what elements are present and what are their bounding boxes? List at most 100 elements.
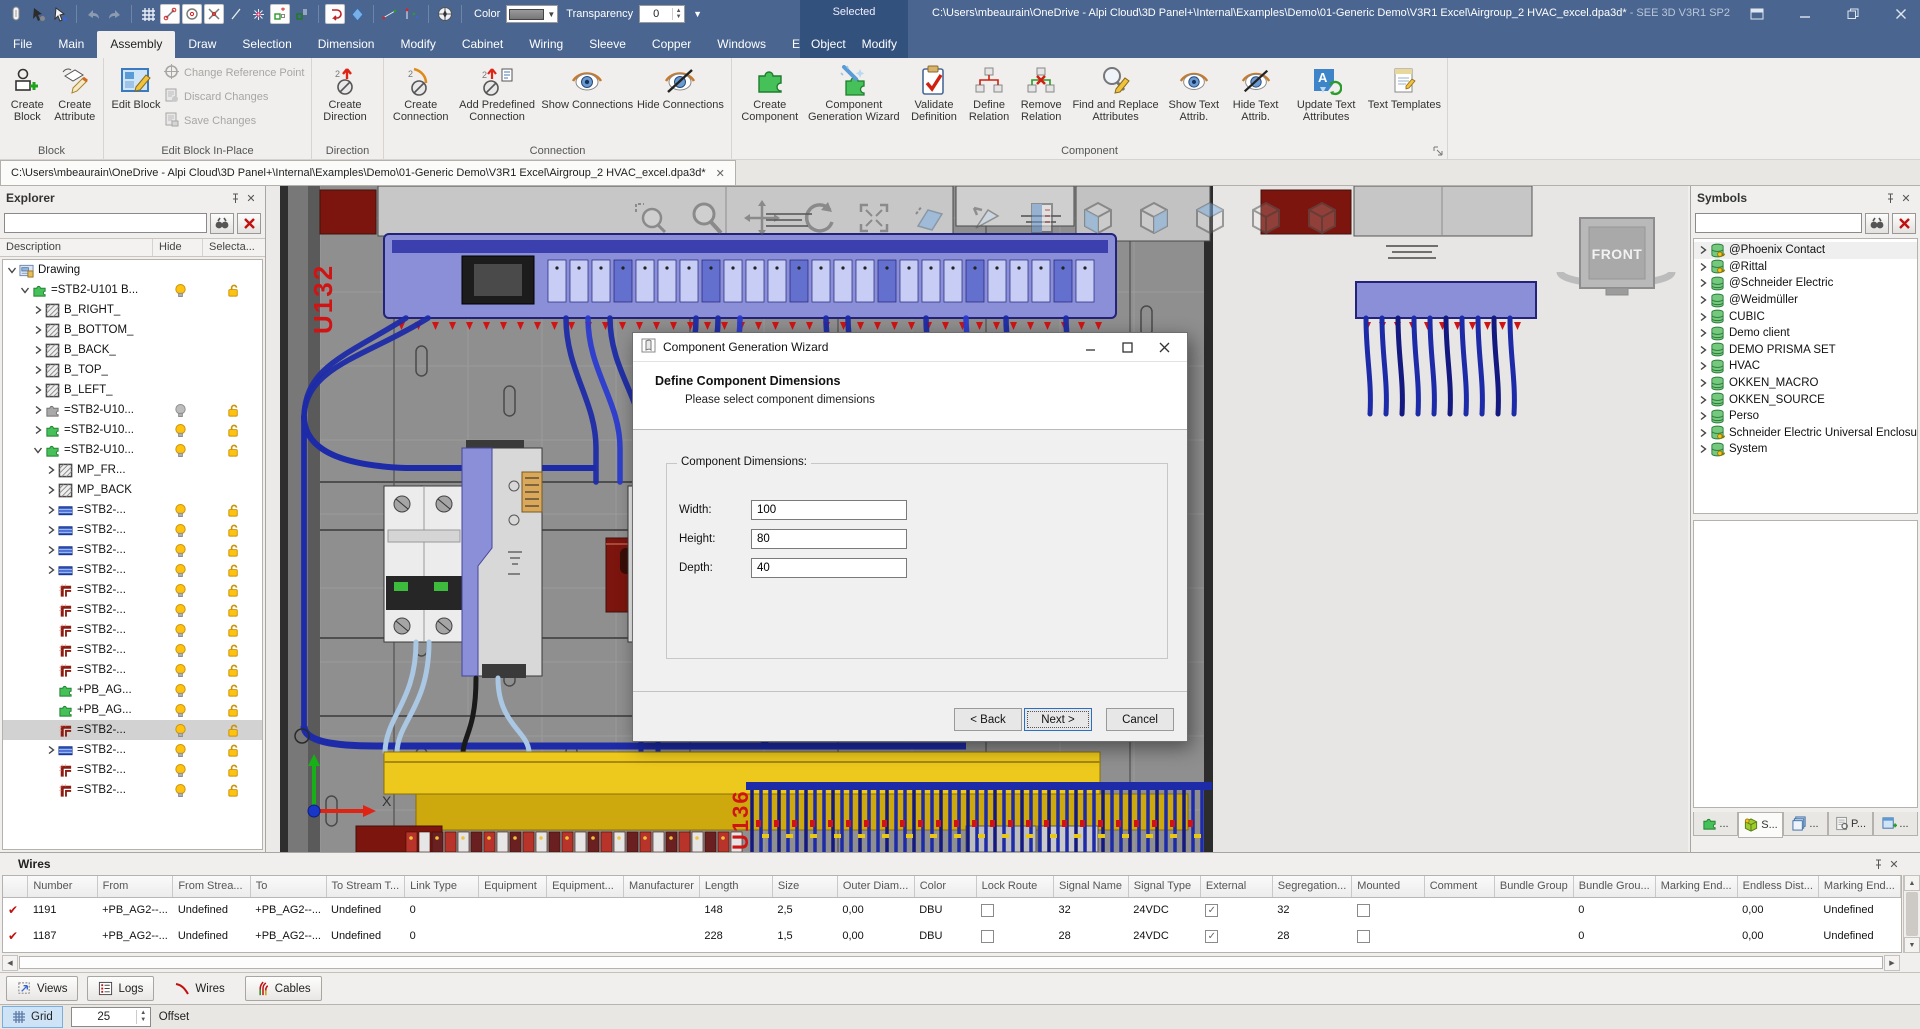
lock-icon[interactable] [205,563,261,578]
select-cursor-icon[interactable] [50,4,70,24]
navigation-compass-icon[interactable] [435,4,455,24]
viewport-tool-cube-left2-icon[interactable] [1309,203,1335,233]
output-tab-wires[interactable]: Wires [163,977,235,1001]
explorer-tree-row[interactable]: =STB2-... [3,720,262,740]
restore-button[interactable] [1842,4,1864,24]
symbols-library-row[interactable]: Schneider Electric Universal Enclosur... [1694,425,1917,442]
visibility-bulb-icon[interactable] [155,723,205,738]
menu-tab-sleeve[interactable]: Sleeve [576,31,639,58]
visibility-bulb-icon[interactable] [155,523,205,538]
explorer-tree-row[interactable]: Drawing [3,260,262,280]
minimize-button[interactable] [1794,4,1816,24]
contextual-tab-modify[interactable]: Modify [856,31,903,58]
wires-column-header[interactable]: Size [772,876,837,897]
wires-column-header[interactable]: Marking End... [1818,876,1900,897]
wires-table-row[interactable]: ✔1192+PB_AG2--...Undefined+PB_AG2--...Un… [3,949,1901,953]
visibility-bulb-icon[interactable] [155,403,205,418]
depth-field[interactable] [751,558,907,578]
symbols-panel-tab-page[interactable]: P... [1828,812,1873,836]
validate-definition-button[interactable]: Validate Definition [904,60,964,140]
component-generation-wizard-button[interactable]: Component Generation Wizard [804,60,904,140]
explorer-pin-icon[interactable] [227,190,243,206]
explorer-find-icon[interactable] [210,213,234,234]
dialog-close-icon[interactable] [1149,336,1179,358]
cell-checkbox[interactable]: ✓ [1205,904,1218,917]
add-predefined-connection-button[interactable]: 2 Add Predefined Connection [453,60,540,140]
create-component-button[interactable]: Create Component [736,60,804,140]
symbols-search-input[interactable] [1695,213,1862,233]
close-button[interactable] [1890,4,1912,24]
menu-tab-modify[interactable]: Modify [387,31,448,58]
dialog-minimize-icon[interactable] [1075,336,1105,358]
visibility-bulb-icon[interactable] [155,443,205,458]
explorer-clear-filter-icon[interactable] [237,213,261,234]
lock-icon[interactable] [205,523,261,538]
grid-size-spinner[interactable]: 25 ▲▼ [71,1007,151,1027]
explorer-tree-row[interactable]: =STB2-... [3,500,262,520]
explorer-tree-row[interactable]: =STB2-U101 B... [3,280,262,300]
find-replace-attributes-button[interactable]: Find and Replace Attributes [1068,60,1163,140]
flip-plane-icon[interactable] [347,4,367,24]
color-dropdown[interactable]: ▼ [506,5,558,23]
explorer-close-icon[interactable]: ✕ [243,190,259,206]
wires-column-header[interactable]: Length [699,876,772,897]
remove-relation-button[interactable]: Remove Relation [1014,60,1068,140]
symbols-clear-filter-icon[interactable] [1892,213,1916,234]
symbols-panel-tab-layers[interactable]: ... [1783,812,1828,836]
lock-icon[interactable] [205,723,261,738]
symbols-library-row[interactable]: @Rittal [1694,259,1917,276]
show-text-attrib-button[interactable]: Show Text Attrib. [1163,60,1225,140]
output-tab-views[interactable]: Views [6,976,78,1001]
symbols-library-row[interactable]: Perso [1694,408,1917,425]
symbols-close-icon[interactable]: ✕ [1898,190,1914,206]
visibility-bulb-icon[interactable] [155,423,205,438]
explorer-tree-row[interactable]: +PB_AG... [3,700,262,720]
wires-table-row[interactable]: ✔1191+PB_AG2--...Undefined+PB_AG2--...Un… [3,897,1901,923]
wires-column-header[interactable]: Lock Route [976,876,1053,897]
edit-block-button[interactable]: Edit Block [108,60,164,140]
wires-column-header[interactable]: Bundle Grou... [1573,876,1655,897]
explorer-tree-row[interactable]: =STB2-... [3,560,262,580]
wires-column-header[interactable]: Equipment [479,876,547,897]
wires-column-header[interactable]: Outer Diam... [837,876,914,897]
create-block-button[interactable]: Create Block [4,60,51,140]
wires-table-row[interactable]: ✔1187+PB_AG2--...Undefined+PB_AG2--...Un… [3,923,1901,949]
explorer-tree-row[interactable]: =STB2-... [3,780,262,800]
explorer-col-hide[interactable]: Hide [153,239,203,256]
lock-icon[interactable] [205,783,261,798]
symbols-library-row[interactable]: @Weidmüller [1694,292,1917,309]
menu-tab-dimension[interactable]: Dimension [305,31,388,58]
visibility-bulb-icon[interactable] [155,563,205,578]
explorer-search-input[interactable] [4,213,207,233]
explorer-tree-row[interactable]: =STB2-... [3,600,262,620]
cancel-button[interactable]: Cancel [1106,708,1174,731]
symbols-library-row[interactable]: OKKEN_MACRO [1694,375,1917,392]
menu-tab-wiring[interactable]: Wiring [516,31,576,58]
visibility-bulb-icon[interactable] [155,783,205,798]
explorer-tree-row[interactable]: =STB2-... [3,620,262,640]
explorer-column-headers[interactable]: Description Hide Selecta... [0,238,265,257]
symbols-panel-tab-box[interactable]: S... [1738,812,1783,838]
hide-text-attrib-button[interactable]: Hide Text Attrib. [1225,60,1287,140]
wires-column-header[interactable]: From [97,876,173,897]
breaker-group-a[interactable] [384,486,464,642]
rotate-3d-icon[interactable] [325,4,345,24]
measure-axis-icon[interactable] [402,4,422,24]
grid-snap-icon[interactable] [138,4,158,24]
text-templates-button[interactable]: Text Templates [1366,60,1443,140]
symbols-pin-icon[interactable] [1882,190,1898,206]
visibility-bulb-icon[interactable] [155,643,205,658]
symbols-library-row[interactable]: CUBIC [1694,308,1917,325]
lock-icon[interactable] [205,743,261,758]
lock-icon[interactable] [205,643,261,658]
cell-checkbox[interactable] [981,930,994,943]
height-field[interactable] [751,529,907,549]
symbols-library-row[interactable]: @Schneider Electric [1694,275,1917,292]
wires-vertical-scrollbar[interactable]: ▲▼ [1903,875,1920,953]
output-tab-logs[interactable]: Logs [87,976,154,1001]
menu-tab-draw[interactable]: Draw [175,31,229,58]
explorer-tree-row[interactable]: =STB2-U10... [3,440,262,460]
cell-checkbox[interactable] [1357,904,1370,917]
explorer-tree-row[interactable]: B_BOTTOM_ [3,320,262,340]
lock-icon[interactable] [205,583,261,598]
